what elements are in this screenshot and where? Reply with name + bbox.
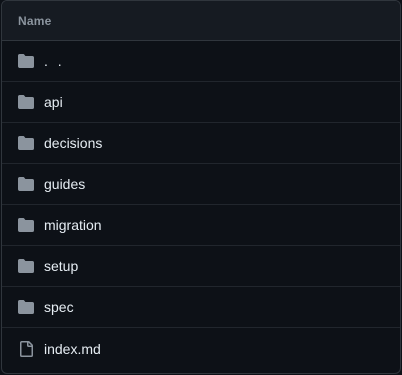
folder-row-spec[interactable]: spec xyxy=(2,287,400,328)
folder-link-decisions[interactable]: decisions xyxy=(44,135,102,151)
file-list: . . api decisions guides migration setup… xyxy=(2,41,400,369)
folder-icon xyxy=(18,258,34,274)
folder-link-setup[interactable]: setup xyxy=(44,258,78,274)
folder-row-guides[interactable]: guides xyxy=(2,164,400,205)
file-icon xyxy=(18,340,34,357)
file-list-header: Name xyxy=(2,1,400,41)
folder-link-migration[interactable]: migration xyxy=(44,217,102,233)
folder-link-api[interactable]: api xyxy=(44,94,63,110)
folder-icon xyxy=(18,217,34,233)
folder-link-spec[interactable]: spec xyxy=(44,299,74,315)
folder-row-migration[interactable]: migration xyxy=(2,205,400,246)
folder-icon xyxy=(18,176,34,192)
folder-row-api[interactable]: api xyxy=(2,82,400,123)
name-column-header: Name xyxy=(18,13,52,28)
folder-row-setup[interactable]: setup xyxy=(2,246,400,287)
file-list-panel: Name . . api decisions guides migration … xyxy=(1,0,401,374)
parent-directory-row[interactable]: . . xyxy=(2,41,400,82)
parent-directory-link[interactable]: . . xyxy=(44,53,65,69)
file-row-index-md[interactable]: index.md xyxy=(2,328,400,369)
file-link-index-md[interactable]: index.md xyxy=(44,341,101,357)
folder-icon xyxy=(18,53,34,69)
folder-icon xyxy=(18,94,34,110)
folder-icon xyxy=(18,135,34,151)
folder-icon xyxy=(18,299,34,315)
folder-row-decisions[interactable]: decisions xyxy=(2,123,400,164)
folder-link-guides[interactable]: guides xyxy=(44,176,85,192)
